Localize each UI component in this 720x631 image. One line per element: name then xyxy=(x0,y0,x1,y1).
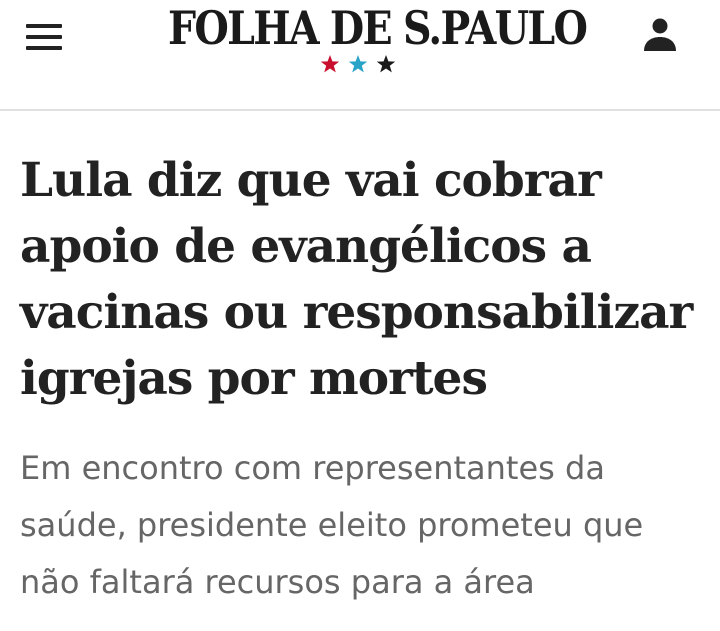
account-button[interactable] xyxy=(640,15,680,55)
star-icon xyxy=(376,55,396,73)
site-logo[interactable]: FOLHA DE S.PAULO xyxy=(168,0,588,56)
logo-stars xyxy=(320,54,404,74)
user-account-icon xyxy=(644,18,676,51)
site-header: FOLHA DE S.PAULO xyxy=(0,0,720,109)
star-icon xyxy=(320,55,340,73)
menu-button[interactable] xyxy=(24,22,64,52)
star-icon xyxy=(348,55,368,73)
header-divider xyxy=(0,109,720,111)
article-subtitle: Em encontro com representantes da saúde,… xyxy=(20,449,644,601)
article-headline: Lula diz que vai cobrar apoio de evangél… xyxy=(20,153,693,406)
